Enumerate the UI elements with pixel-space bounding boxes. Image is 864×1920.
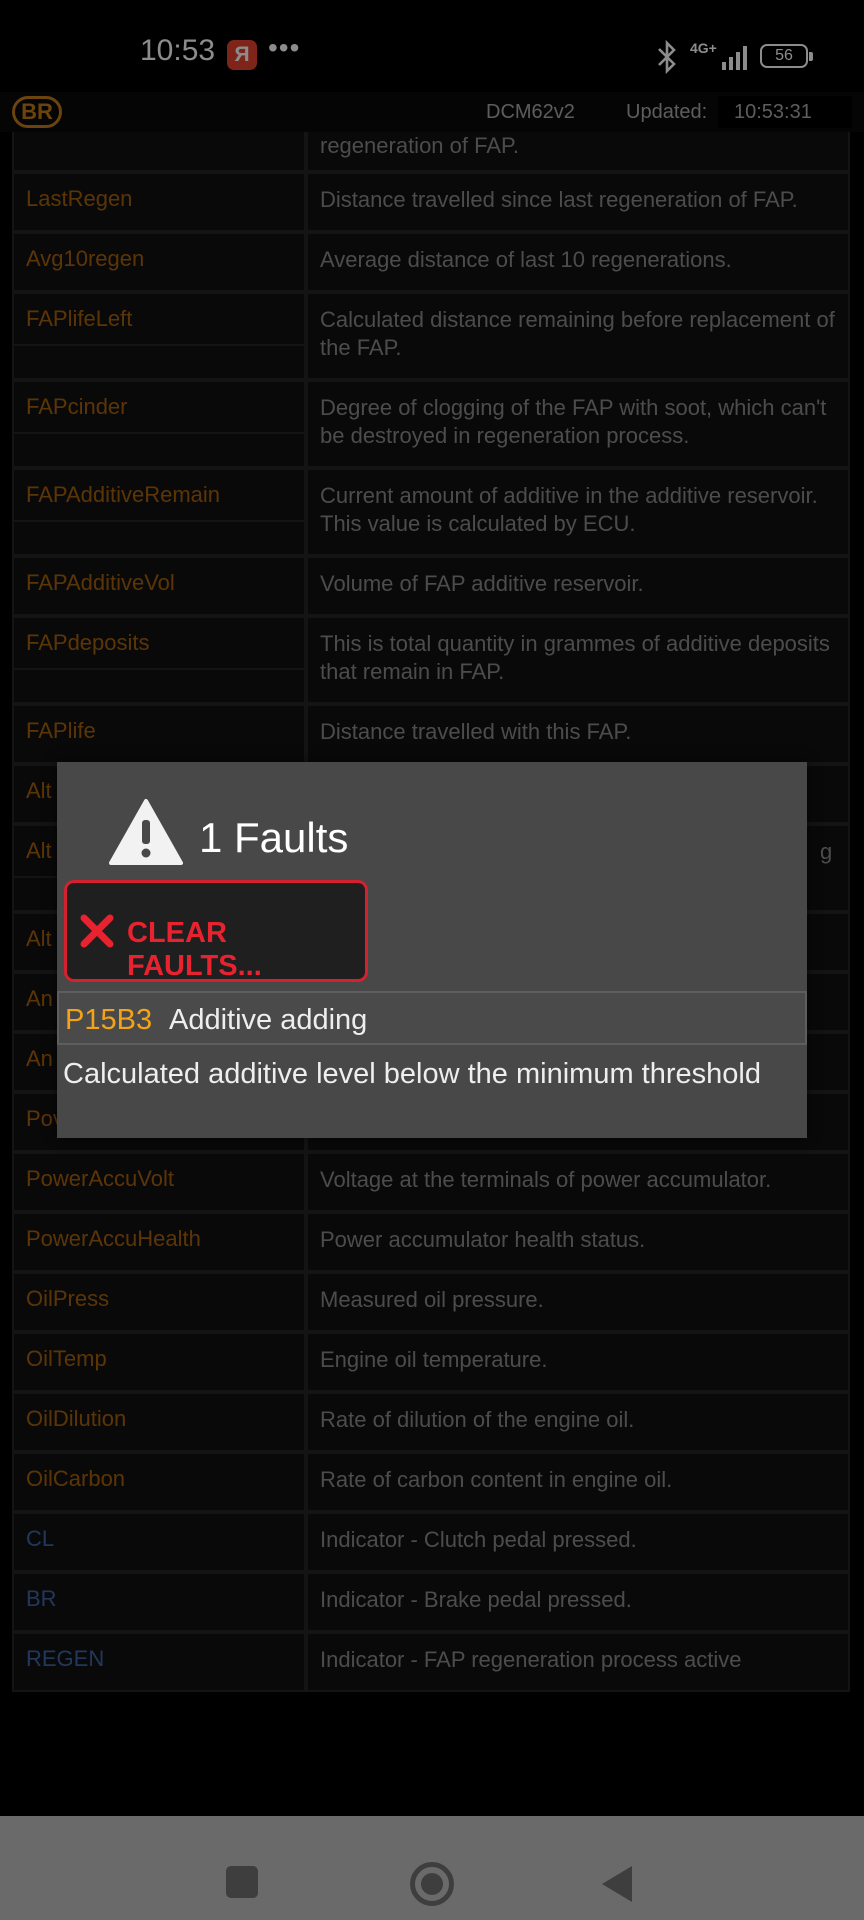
navigation-bar bbox=[0, 1816, 864, 1920]
fault-item[interactable]: P15B3 Additive adding bbox=[57, 991, 807, 1045]
clear-faults-label: CLEAR FAULTS... bbox=[127, 917, 262, 982]
fault-name: Additive adding bbox=[169, 1004, 368, 1036]
close-x-icon bbox=[80, 914, 114, 948]
clear-faults-button[interactable]: CLEAR FAULTS... bbox=[64, 880, 368, 982]
dialog-title: 1 Faults bbox=[199, 814, 349, 861]
faults-dialog: 1 Faults CLEAR FAULTS... P15B3 Additive … bbox=[57, 762, 807, 1138]
back-icon[interactable] bbox=[602, 1866, 632, 1902]
home-icon[interactable] bbox=[410, 1862, 454, 1906]
warning-icon bbox=[109, 799, 183, 865]
fault-code: P15B3 bbox=[65, 1004, 153, 1036]
fault-description: Calculated additive level below the mini… bbox=[63, 1058, 761, 1090]
recents-icon[interactable] bbox=[226, 1866, 258, 1898]
